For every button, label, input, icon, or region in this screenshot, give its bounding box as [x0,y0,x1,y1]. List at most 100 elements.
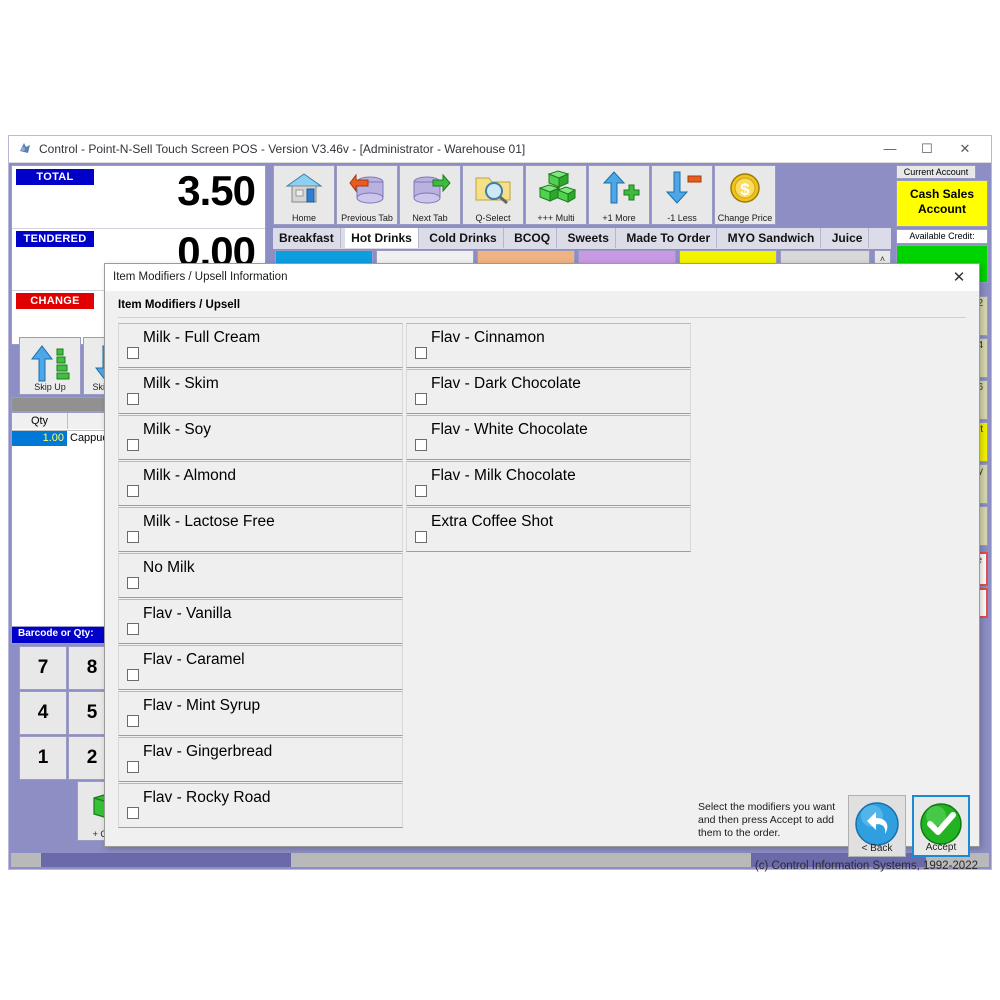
list-item[interactable]: Flav - White Chocolate [406,415,691,460]
tab-bcoq[interactable]: BCOQ [508,228,557,248]
plus-one-more-label: +1 More [589,213,649,223]
total-value: 3.50 [177,167,255,215]
checkbox[interactable] [415,347,427,359]
checkmark-icon [919,802,963,846]
checkbox[interactable] [127,439,139,451]
home-button[interactable]: Home [273,165,335,225]
checkbox[interactable] [127,715,139,727]
close-icon[interactable]: ✕ [945,136,985,162]
list-item[interactable]: No Milk [118,553,403,598]
list-item[interactable]: Flav - Rocky Road [118,783,403,828]
home-icon [283,170,325,206]
close-icon[interactable]: ✕ [947,267,971,289]
accept-button[interactable]: Accept [912,795,970,857]
tab-sweets[interactable]: Sweets [562,228,616,248]
total-label: TOTAL [16,169,94,185]
back-icon [854,801,900,847]
account-name[interactable]: Cash Sales Account [896,180,988,227]
q-select-icon [472,170,514,206]
checkbox[interactable] [127,531,139,543]
list-item[interactable]: Flav - Vanilla [118,599,403,644]
modifier-label: Milk - Lactose Free [143,513,275,531]
list-item[interactable]: Milk - Soy [118,415,403,460]
minimize-button[interactable]: — [870,136,910,162]
modifier-column-right: Flav - Cinnamon Flav - Dark Chocolate Fl… [406,323,691,553]
modifier-label: Milk - Soy [143,421,211,439]
tab-breakfast[interactable]: Breakfast [273,228,341,248]
plus-one-more-icon [598,170,640,206]
next-tab-button[interactable]: Next Tab [399,165,461,225]
copyright-text: (c) Control Information Systems, 1992-20… [755,860,978,872]
window-title: Control - Point-N-Sell Touch Screen POS … [39,142,525,156]
minus-one-less-label: -1 Less [652,213,712,223]
list-item[interactable]: Flav - Caramel [118,645,403,690]
q-select-label: Q-Select [463,213,523,223]
keypad-key-7[interactable]: 7 [19,646,67,690]
checkbox[interactable] [415,439,427,451]
plus-one-more-button[interactable]: +1 More [588,165,650,225]
column-header-qty: Qty [12,413,68,429]
window-titlebar: Control - Point-N-Sell Touch Screen POS … [9,136,991,163]
checkbox[interactable] [415,393,427,405]
list-item[interactable]: Extra Coffee Shot [406,507,691,552]
modifier-label: Flav - Milk Chocolate [431,467,576,485]
scrollbar-thumb[interactable] [41,853,291,867]
svg-text:$: $ [740,180,750,199]
checkbox[interactable] [127,761,139,773]
tab-cold-drinks[interactable]: Cold Drinks [423,228,503,248]
next-tab-icon [409,170,451,206]
item-modifiers-dialog: Item Modifiers / Upsell Information ✕ It… [104,263,980,847]
tab-myo-sandwich[interactable]: MYO Sandwich [722,228,822,248]
dialog-instructions: Select the modifiers you want and then p… [698,801,848,840]
checkbox[interactable] [415,531,427,543]
list-item[interactable]: Flav - Milk Chocolate [406,461,691,506]
minus-one-less-button[interactable]: -1 Less [651,165,713,225]
checkbox[interactable] [127,347,139,359]
keypad-key-4[interactable]: 4 [19,691,67,735]
previous-tab-button[interactable]: Previous Tab [336,165,398,225]
modifier-label: No Milk [143,559,195,577]
tab-hot-drinks[interactable]: Hot Drinks [345,228,419,248]
home-label: Home [274,213,334,223]
maximize-button[interactable]: ☐ [907,136,947,162]
modifier-label: Flav - Gingerbread [143,743,272,761]
change-price-button[interactable]: $ Change Price [714,165,776,225]
change-price-icon: $ [724,170,766,206]
minus-one-less-icon [661,170,703,206]
tendered-label: TENDERED [16,231,94,247]
dialog-title: Item Modifiers / Upsell Information [113,271,287,283]
list-item[interactable]: Flav - Cinnamon [406,323,691,368]
list-item[interactable]: Milk - Skim [118,369,403,414]
main-toolbar: Home Previous Tab Next Tab [273,165,891,227]
checkbox[interactable] [127,393,139,405]
skip-up-button[interactable]: Skip Up [19,337,81,395]
row-qty: 1.00 [12,431,67,446]
multi-label: +++ Multi [526,213,586,223]
dialog-body: Item Modifiers / Upsell Milk - Full Crea… [106,291,978,845]
list-item[interactable]: Flav - Dark Chocolate [406,369,691,414]
keypad-key-1[interactable]: 1 [19,736,67,780]
checkbox[interactable] [415,485,427,497]
list-item[interactable]: Flav - Gingerbread [118,737,403,782]
category-tab-bar: Breakfast Hot Drinks Cold Drinks BCOQ Sw… [273,228,891,250]
change-label: CHANGE [16,293,94,309]
previous-tab-label: Previous Tab [337,213,397,223]
list-item[interactable]: Flav - Mint Syrup [118,691,403,736]
skip-up-icon [27,343,73,383]
modifier-label: Flav - Vanilla [143,605,231,623]
tab-juice[interactable]: Juice [826,228,870,248]
list-item[interactable]: Milk - Almond [118,461,403,506]
checkbox[interactable] [127,623,139,635]
q-select-button[interactable]: Q-Select [462,165,524,225]
list-item[interactable]: Milk - Lactose Free [118,507,403,552]
checkbox[interactable] [127,485,139,497]
checkbox[interactable] [127,669,139,681]
next-tab-label: Next Tab [400,213,460,223]
back-button[interactable]: < Back [848,795,906,857]
list-item[interactable]: Milk - Full Cream [118,323,403,368]
checkbox[interactable] [127,577,139,589]
multi-button[interactable]: +++ Multi [525,165,587,225]
available-credit-label: Available Credit: [896,229,988,244]
tab-made-to-order[interactable]: Made To Order [620,228,717,248]
checkbox[interactable] [127,807,139,819]
